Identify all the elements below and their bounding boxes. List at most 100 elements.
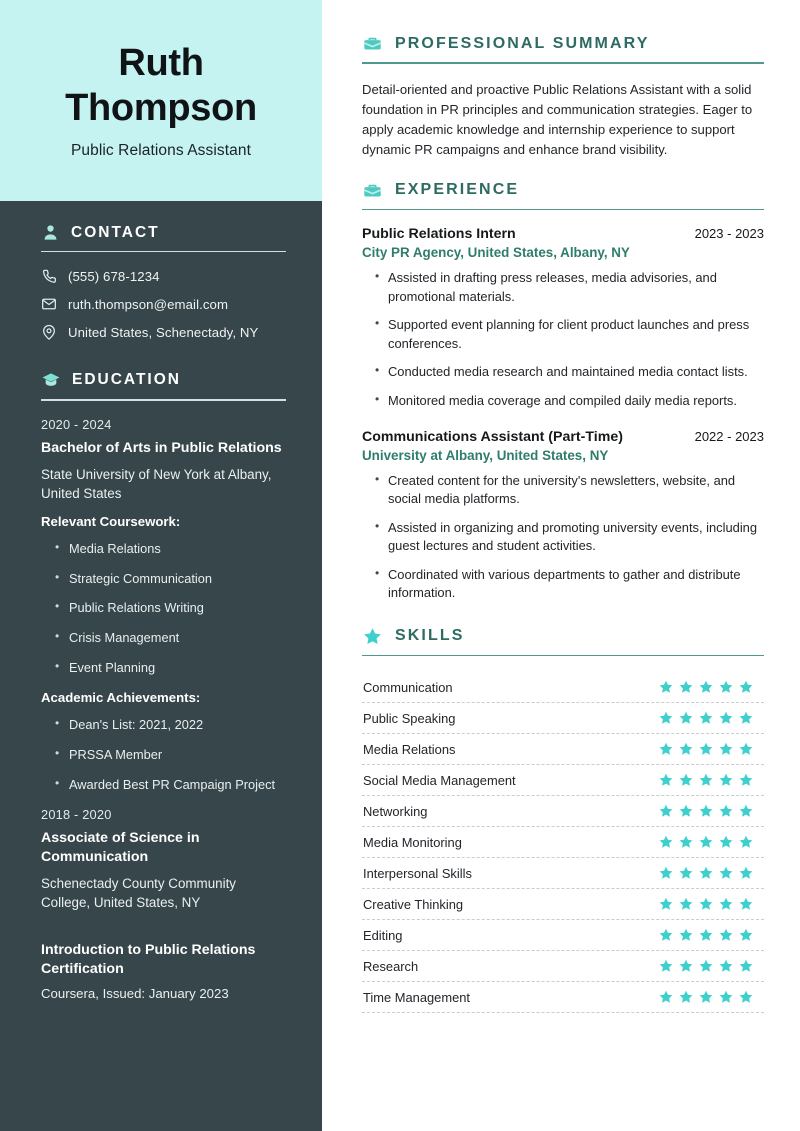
skill-rating (658, 803, 764, 819)
skill-name: Media Monitoring (363, 834, 462, 850)
contact-location-value: United States, Schenectady, NY (68, 324, 259, 340)
last-name: Thompson (65, 87, 257, 129)
first-name: Ruth (118, 42, 204, 85)
star-icon (659, 805, 673, 818)
star-icon (659, 774, 673, 787)
star-icon (679, 836, 693, 849)
star-icon (719, 960, 733, 973)
star-icon (699, 836, 713, 849)
certification-title: Introduction to Public Relations Certifi… (41, 941, 256, 977)
email-icon (42, 298, 56, 310)
star-icon (739, 960, 753, 973)
skill-name: Interpersonal Skills (363, 865, 472, 881)
list-item: Assisted in organizing and promoting uni… (374, 518, 764, 556)
star-icon (659, 867, 673, 880)
phone-icon (42, 270, 56, 284)
summary-divider (362, 62, 764, 64)
star-icon (739, 743, 753, 756)
education-dates: 2020 - 2024 (41, 416, 112, 432)
star-icon (719, 743, 733, 756)
skill-row: Media Monitoring (362, 827, 764, 859)
experience-organization: City PR Agency, United States, Albany, N… (362, 245, 630, 261)
star-icon (699, 681, 713, 694)
certification-entry: Introduction to Public Relations Certifi… (41, 941, 286, 1001)
experience-entry: Public Relations Intern 2023 - 2023 City… (362, 226, 764, 410)
star-icon (739, 867, 753, 880)
list-item: Awarded Best PR Campaign Project (55, 776, 286, 794)
experience-title: EXPERIENCE (395, 181, 520, 199)
star-icon (659, 836, 673, 849)
star-icon (679, 681, 693, 694)
education-degree: Associate of Science in Communication (41, 830, 200, 866)
experience-divider (362, 208, 764, 211)
skill-rating (658, 834, 764, 850)
star-icon (699, 774, 713, 787)
briefcase-icon (364, 184, 381, 197)
skill-row: Time Management (362, 982, 764, 1014)
experience-entry-header: Communications Assistant (Part-Time) 202… (362, 429, 764, 445)
skills-divider (362, 654, 764, 657)
contact-phone-row[interactable]: (555) 678-1234 (41, 268, 286, 284)
contact-email-value: ruth.thompson@email.com (68, 296, 229, 312)
experience-bullets: Assisted in drafting press releases, med… (374, 268, 764, 410)
contact-location-row[interactable]: United States, Schenectady, NY (41, 324, 286, 341)
star-icon (739, 898, 753, 911)
skills-list: Communication Public Speaking Media Relati… (362, 672, 764, 1014)
list-item: Assisted in drafting press releases, med… (374, 268, 764, 306)
list-item: Strategic Communication (55, 570, 286, 588)
list-item: Supported event planning for client prod… (374, 315, 764, 353)
sidebar: Ruth Thompson Public Relations Assistant… (0, 0, 322, 1131)
certification-meta: Coursera, Issued: January 2023 (41, 985, 229, 1001)
experience-dates: 2023 - 2023 (694, 226, 764, 242)
skill-rating (658, 958, 764, 974)
star-icon (719, 774, 733, 787)
star-icon (739, 681, 753, 694)
skill-name: Research (363, 958, 419, 974)
star-icon (719, 805, 733, 818)
star-icon (699, 960, 713, 973)
name-header: Ruth Thompson Public Relations Assistant (0, 0, 322, 201)
star-icon (659, 960, 673, 973)
star-icon (679, 867, 693, 880)
education-section: EDUCATION 2020 - 2024 Bachelor of Arts i… (41, 370, 286, 1001)
list-item: PRSSA Member (55, 746, 286, 764)
star-icon (679, 960, 693, 973)
education-section-header: EDUCATION (41, 370, 286, 390)
contact-list: (555) 678-1234 ruth.thompson@email.com U… (41, 268, 286, 341)
star-icon (739, 712, 753, 725)
coursework-label: Relevant Coursework: (41, 514, 181, 530)
star-icon (739, 929, 753, 942)
skills-section: SKILLS Communication Public Speaking Media… (362, 626, 764, 1014)
skill-row: Communication (362, 672, 764, 704)
star-icon (739, 991, 753, 1004)
star-icon (364, 628, 381, 644)
star-icon (699, 991, 713, 1004)
summary-section-header: PROFESSIONAL SUMMARY (362, 33, 764, 54)
skill-rating (658, 896, 764, 912)
star-icon (699, 898, 713, 911)
list-item: Event Planning (55, 659, 286, 677)
coursework-list: Media Relations Strategic Communication … (55, 540, 286, 677)
skill-name: Communication (363, 679, 453, 695)
skill-name: Editing (363, 927, 403, 943)
star-icon (659, 743, 673, 756)
star-icon (699, 929, 713, 942)
experience-entry-header: Public Relations Intern 2023 - 2023 (362, 226, 764, 242)
star-icon (699, 743, 713, 756)
skill-rating (658, 772, 764, 788)
skills-section-header: SKILLS (362, 626, 764, 647)
skill-rating (658, 710, 764, 726)
skills-title: SKILLS (395, 627, 465, 645)
education-entry: 2020 - 2024 Bachelor of Arts in Public R… (41, 417, 286, 793)
star-icon (679, 712, 693, 725)
star-icon (739, 836, 753, 849)
list-item: Conducted media research and maintained … (374, 362, 764, 381)
experience-entry: Communications Assistant (Part-Time) 202… (362, 429, 764, 603)
contact-title: CONTACT (71, 223, 160, 241)
star-icon (679, 805, 693, 818)
experience-bullets: Created content for the university's new… (374, 471, 764, 603)
contact-email-row[interactable]: ruth.thompson@email.com (41, 296, 286, 312)
star-icon (659, 681, 673, 694)
star-icon (659, 898, 673, 911)
